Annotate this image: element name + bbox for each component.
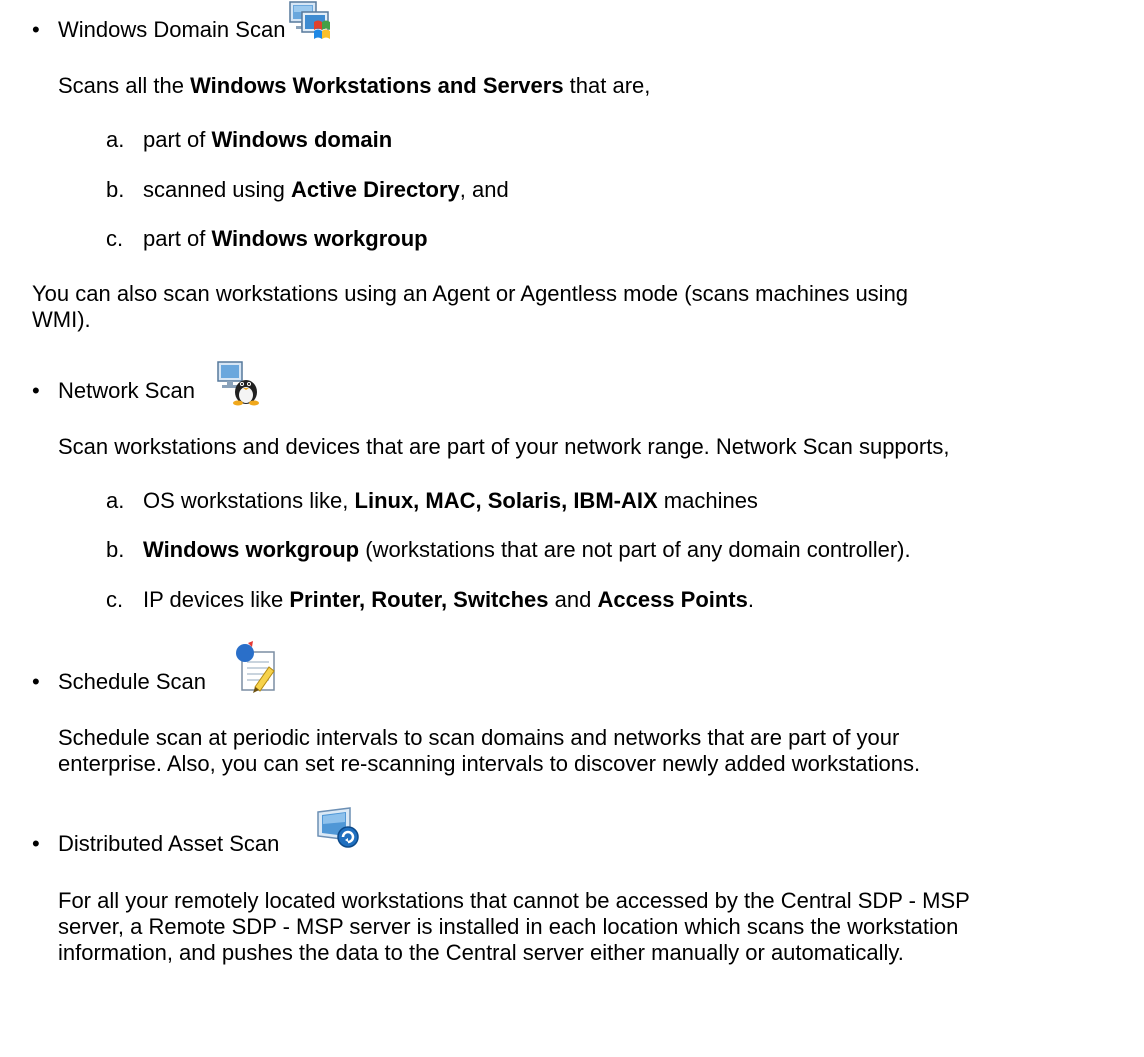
windows-domain-scan-icon [288,0,334,48]
list-marker: b. [106,177,125,202]
list-text: IP devices like Printer, Router, Switche… [143,587,754,612]
section-intro: Scans all the Windows Workstations and S… [58,73,651,98]
list-text: OS workstations like, Linux, MAC, Solari… [143,488,758,513]
network-scan-icon [216,360,262,412]
list-marker: a. [106,488,125,513]
section-title: Network Scan [58,378,195,403]
section-title: Distributed Asset Scan [58,831,280,856]
distributed-asset-scan-icon [316,806,362,856]
list-text: part of Windows workgroup [143,226,428,251]
note-line: You can also scan workstations using an … [32,281,909,306]
list-text: scanned using Active Directory, and [143,177,509,202]
bullet: • [32,17,40,42]
section-intro: Scan workstations and devices that are p… [58,434,950,459]
bullet: • [32,378,40,403]
list-text: part of Windows domain [143,127,393,152]
schedule-scan-icon [232,640,280,700]
list-marker: b. [106,537,125,562]
section-title: Windows Domain Scan [58,17,286,42]
list-text: Windows workgroup (workstations that are… [143,537,911,562]
body-line: For all your remotely located workstatio… [58,888,970,913]
note-line: WMI). [32,307,91,332]
section-title: Schedule Scan [58,669,206,694]
body-line: enterprise. Also, you can set re-scannin… [58,751,921,776]
list-marker: c. [106,587,124,612]
body-line: server, a Remote SDP - MSP server is ins… [58,914,959,939]
body-line: information, and pushes the data to the … [58,940,904,965]
bullet: • [32,831,40,856]
list-marker: c. [106,226,124,251]
body-line: Schedule scan at periodic intervals to s… [58,725,900,750]
list-marker: a. [106,127,125,152]
bullet: • [32,669,40,694]
